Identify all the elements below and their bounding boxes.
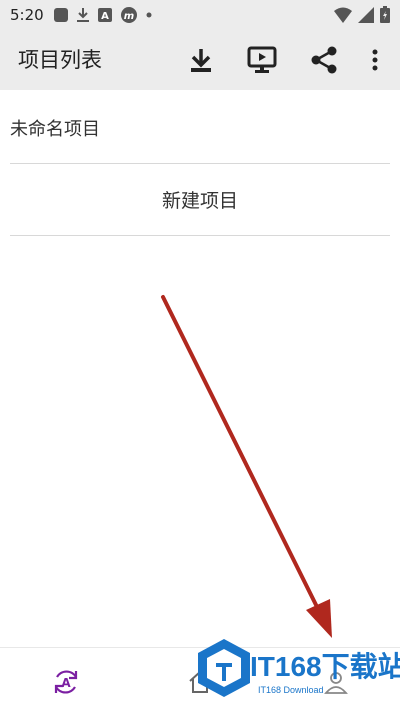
- watermark: IT168下载站 IT168 Download: [192, 633, 400, 705]
- app-bar: 项目列表: [0, 30, 400, 90]
- project-name: 未命名项目: [10, 118, 100, 140]
- project-list: 未命名项目 新建项目: [10, 92, 390, 236]
- page-title: 项目列表: [18, 48, 102, 72]
- watermark-logo-icon: [198, 639, 250, 697]
- more-vert-icon: [372, 49, 378, 71]
- status-notification-icons: A m: [53, 7, 152, 23]
- new-project-button[interactable]: 新建项目: [10, 164, 390, 236]
- dot-icon: [146, 12, 152, 18]
- a-badge-icon: A: [97, 8, 112, 22]
- watermark-text: IT168下载站: [250, 651, 400, 682]
- nav-item-sync[interactable]: A: [46, 662, 86, 702]
- download-icon: [76, 8, 89, 22]
- a-sync-icon: A: [54, 670, 78, 694]
- square-app-icon: [53, 8, 68, 22]
- signal-icon: [358, 6, 374, 23]
- download-button[interactable]: [181, 40, 221, 80]
- list-item[interactable]: 未命名项目: [10, 92, 390, 164]
- wifi-icon: [334, 7, 352, 23]
- svg-text:m: m: [123, 11, 133, 22]
- m-badge-icon: m: [120, 7, 137, 23]
- watermark-subtext: IT168 Download: [258, 685, 324, 695]
- svg-text:A: A: [61, 676, 71, 690]
- new-project-label: 新建项目: [161, 190, 238, 212]
- status-system-icons: [334, 6, 390, 23]
- status-time: 5:20: [10, 6, 44, 24]
- status-bar: 5:20 A m: [0, 0, 400, 30]
- share-icon: [311, 46, 337, 74]
- battery-icon: [380, 6, 390, 23]
- share-button[interactable]: [304, 40, 344, 80]
- present-icon: [247, 46, 277, 73]
- download-icon: [191, 49, 211, 72]
- more-options-button[interactable]: [355, 40, 395, 80]
- svg-text:A: A: [101, 11, 109, 22]
- present-button[interactable]: [242, 40, 282, 80]
